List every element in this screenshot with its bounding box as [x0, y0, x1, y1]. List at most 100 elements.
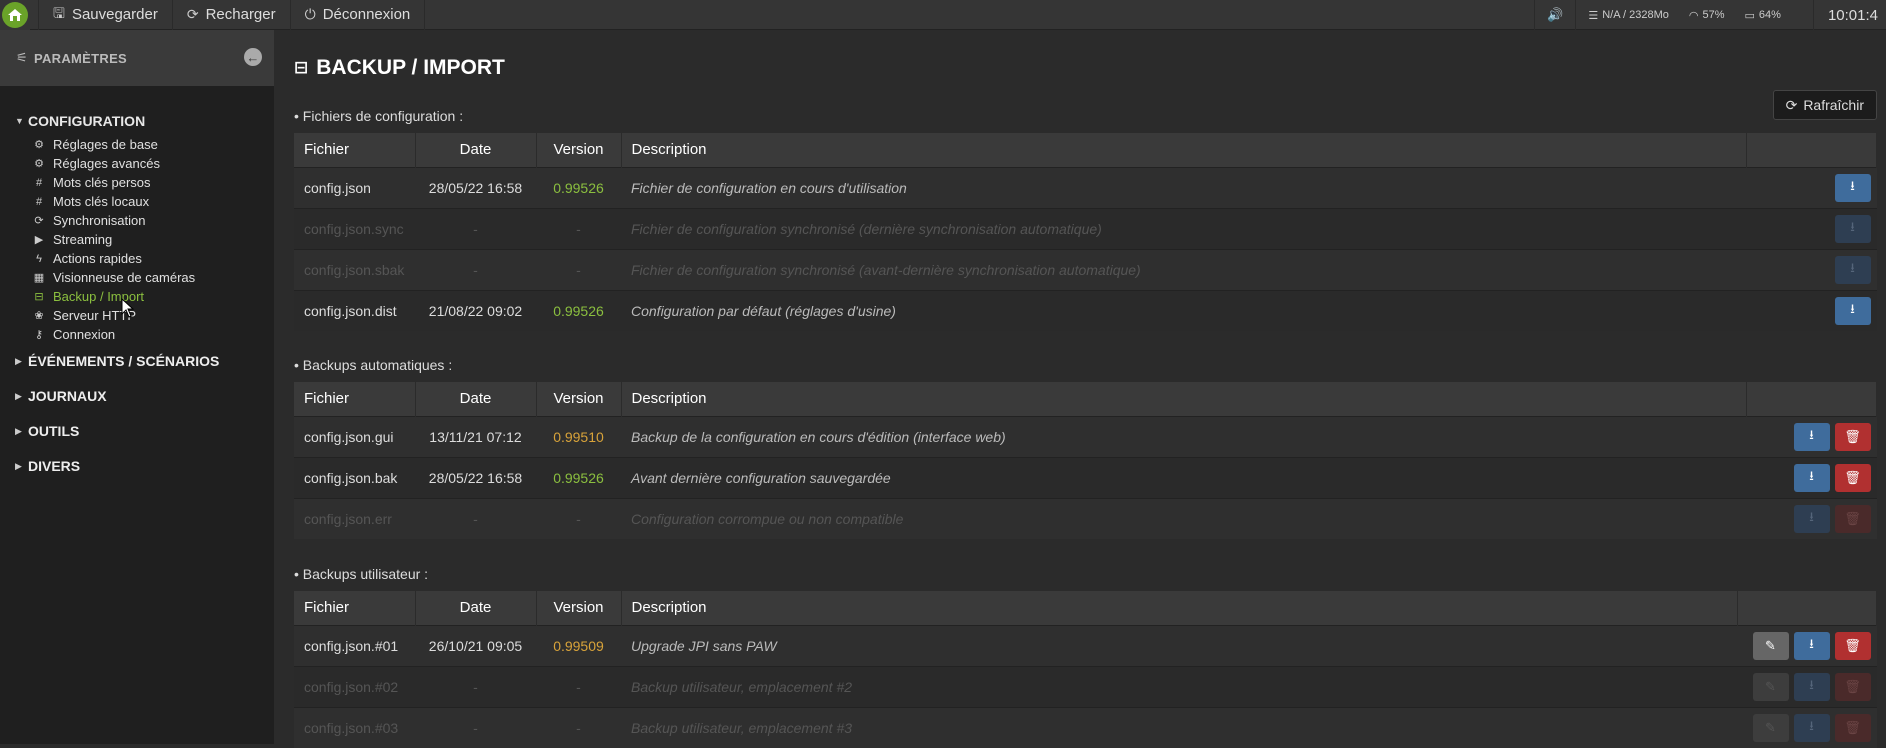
description-cell: Fichier de configuration synchronisé (de… [621, 207, 1747, 249]
column-header-version: Version [536, 382, 622, 416]
trash-icon: 🗑 [1844, 428, 1861, 444]
download-button[interactable]: ⭳ [1793, 422, 1830, 451]
sidebar-section-misc[interactable]: ▶ DIVERS [0, 457, 274, 475]
download-icon: ⭳ [1850, 218, 1855, 234]
sidebar-item-local-keywords[interactable]: # Mots clés locaux [0, 192, 274, 211]
version-cell: 0.99526 [536, 456, 621, 498]
download-icon: ⭳ [1850, 259, 1855, 275]
power-icon: ⏻ [304, 6, 316, 22]
column-header-date: Date [415, 382, 537, 416]
config-files-label: • Fichiers de configuration : [294, 108, 464, 124]
description-cell: Fichier de configuration synchronisé (av… [621, 248, 1747, 290]
description-cell: Configuration corrompue ou non compatibl… [621, 497, 1747, 539]
page-title: ⊟ BACKUP / IMPORT [294, 56, 505, 79]
auto-backups-label: • Backups automatiques : [294, 357, 453, 373]
sidebar-section-events[interactable]: ▶ ÉVÉNEMENTS / SCÉNARIOS [0, 352, 274, 370]
date-cell: - [415, 248, 536, 290]
description-cell: Backup utilisateur, emplacement #3 [621, 706, 1738, 748]
version-cell: 0.99526 [536, 289, 621, 331]
table-row: config.json.sync - - Fichier de configur… [294, 207, 1877, 249]
edit-button: ✎ [1752, 713, 1789, 742]
table-header-row: Fichier Date Version Description [294, 591, 1877, 625]
delete-button: 🗑 [1834, 504, 1871, 533]
delete-button[interactable]: 🗑 [1834, 631, 1871, 660]
sidebar-section-logs[interactable]: ▶ JOURNAUX [0, 387, 274, 405]
version-cell: 0.99526 [536, 166, 621, 208]
system-info: ☰ N/A / 2328Mo ◠ 57% ▭ 64% [1575, 0, 1813, 30]
battery-icon: ▭ [1744, 9, 1755, 22]
file-cell: config.json.bak [294, 456, 415, 498]
version-cell: 0.99509 [536, 624, 621, 666]
collapse-sidebar-icon[interactable]: ← [244, 48, 262, 66]
table-row: config.json.#02 - - Backup utilisateur, … [294, 665, 1877, 707]
sidebar-item-backup-import[interactable]: ⊟ Backup / Import [0, 287, 274, 306]
gears-icon: ⚙ [34, 158, 44, 170]
table-row: config.json.#01 26/10/21 09:05 0.99509 U… [294, 624, 1877, 666]
column-header-file: Fichier [294, 382, 416, 416]
column-header-file: Fichier [294, 133, 416, 167]
pencil-icon: ✎ [1765, 678, 1776, 694]
column-header-description: Description [621, 133, 1747, 167]
version-cell: - [536, 706, 621, 748]
date-cell: - [415, 497, 536, 539]
sidebar-item-camera-viewer[interactable]: ▦ Visionneuse de caméras [0, 268, 274, 287]
save-button[interactable]: 🖫 Sauvegarder [38, 0, 173, 30]
sidebar-item-advanced-settings[interactable]: ⚙ Réglages avancés [0, 154, 274, 173]
system-status: 🔊 ☰ N/A / 2328Mo ◠ 57% ▭ 64% 10:01:4 [1534, 0, 1886, 30]
sidebar-item-connection[interactable]: ⚷ Connexion [0, 325, 274, 344]
volume-button[interactable]: 🔊 [1534, 0, 1575, 30]
battery-status: ▭ 64% [1744, 9, 1781, 22]
actions-cell: ⭳ [1746, 166, 1877, 208]
download-button: ⭳ [1793, 672, 1830, 701]
trash-icon: 🗑 [1844, 469, 1861, 485]
server-icon: ☰ [1588, 9, 1599, 22]
sidebar-header: ⚟ PARAMÈTRES ← [0, 30, 274, 86]
description-cell: Backup utilisateur, emplacement #2 [621, 665, 1738, 707]
date-cell: 13/11/21 07:12 [415, 415, 536, 457]
delete-button: 🗑 [1834, 713, 1871, 742]
user-backups-table: Fichier Date Version Description config.… [294, 591, 1877, 748]
table-header-row: Fichier Date Version Description [294, 133, 1877, 167]
edit-button: ✎ [1752, 672, 1789, 701]
column-header-description: Description [621, 382, 1747, 416]
date-cell: - [415, 706, 536, 748]
download-button[interactable]: ⭳ [1834, 296, 1871, 325]
column-header-date: Date [415, 591, 537, 625]
delete-button[interactable]: 🗑 [1834, 463, 1871, 492]
paw-icon: ❀ [34, 310, 44, 322]
actions-cell: ✎ ⭳ 🗑 [1737, 706, 1877, 748]
date-cell: 21/08/22 09:02 [415, 289, 536, 331]
date-cell: - [415, 665, 536, 707]
edit-button[interactable]: ✎ [1752, 631, 1789, 660]
sidebar-item-synchronisation[interactable]: ⟳ Synchronisation [0, 211, 274, 230]
delete-button[interactable]: 🗑 [1834, 422, 1871, 451]
caret-down-icon: ▼ [15, 116, 24, 126]
trash-icon: 🗑 [1844, 637, 1861, 653]
download-button[interactable]: ⭳ [1793, 463, 1830, 492]
download-icon: ⭳ [1809, 508, 1814, 524]
sidebar-item-http-server[interactable]: ❀ Serveur HTTP [0, 306, 274, 325]
sidebar-section-tools[interactable]: ▶ OUTILS [0, 422, 274, 440]
table-row: config.json.dist 21/08/22 09:02 0.99526 … [294, 289, 1877, 331]
download-icon: ⭳ [1850, 177, 1855, 193]
download-button[interactable]: ⭳ [1793, 631, 1830, 660]
column-header-version: Version [536, 591, 622, 625]
download-icon: ⭳ [1809, 467, 1814, 483]
sidebar-item-quick-actions[interactable]: ϟ Actions rapides [0, 249, 274, 268]
download-button[interactable]: ⭳ [1834, 173, 1871, 202]
version-cell: - [536, 497, 621, 539]
floppy-icon: 🖫 [53, 4, 65, 21]
sidebar-item-basic-settings[interactable]: ⚙ Réglages de base [0, 135, 274, 154]
sidebar-item-custom-keywords[interactable]: # Mots clés persos [0, 173, 274, 192]
logout-button[interactable]: ⏻ Déconnexion [291, 0, 426, 30]
reload-button[interactable]: ⟳ Recharger [173, 0, 291, 30]
home-button[interactable] [0, 0, 30, 30]
download-button: ⭳ [1834, 214, 1871, 243]
user-backups-label: • Backups utilisateur : [294, 566, 429, 582]
actions-cell: ✎ ⭳ 🗑 [1737, 665, 1877, 707]
refresh-button[interactable]: ⟳ Rafraîchir [1772, 90, 1877, 120]
sidebar-section-configuration[interactable]: ▼ CONFIGURATION [0, 112, 274, 130]
memory-status: ☰ N/A / 2328Mo [1588, 9, 1669, 22]
version-cell: 0.99510 [536, 415, 621, 457]
sidebar-item-streaming[interactable]: ▶ Streaming [0, 230, 274, 249]
